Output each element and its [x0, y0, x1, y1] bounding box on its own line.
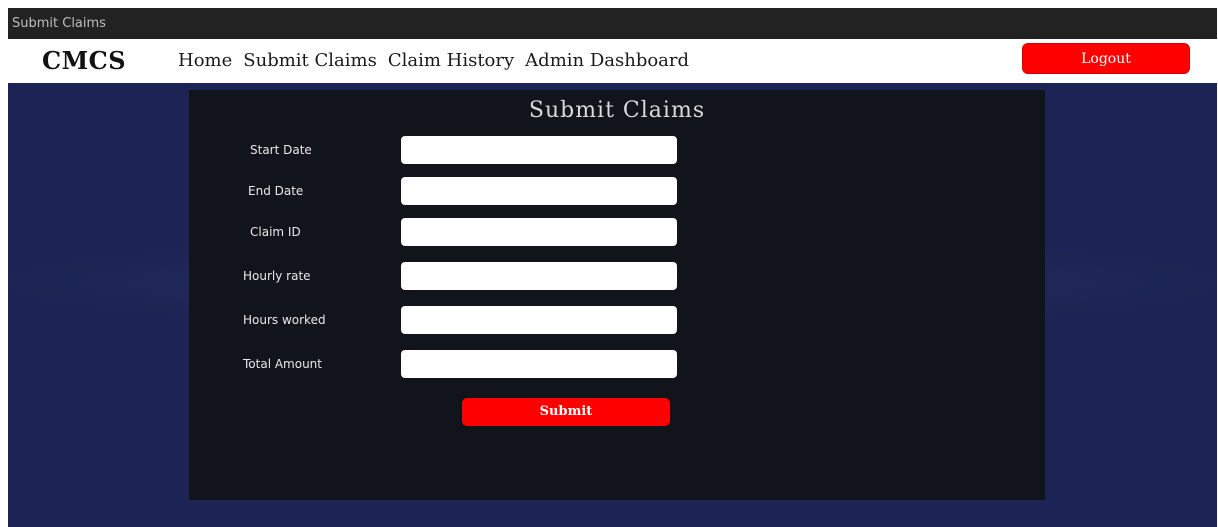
- nav-link-admin-dashboard[interactable]: Admin Dashboard: [525, 50, 689, 71]
- form-row-total-amount: Total Amount: [189, 350, 1045, 378]
- nav-link-submit-claims[interactable]: Submit Claims: [243, 50, 377, 71]
- total-amount-label: Total Amount: [243, 357, 322, 371]
- window-title: Submit Claims: [12, 16, 106, 31]
- logout-button[interactable]: Logout: [1022, 43, 1190, 74]
- end-date-label: End Date: [248, 184, 304, 198]
- form-row-end-date: End Date: [189, 177, 1045, 205]
- hours-worked-label: Hours worked: [243, 313, 326, 327]
- brand-logo[interactable]: CMCS: [42, 46, 126, 75]
- form-row-start-date: Start Date: [189, 136, 1045, 164]
- end-date-input[interactable]: [401, 177, 677, 205]
- nav-link-claim-history[interactable]: Claim History: [388, 50, 514, 71]
- top-navbar: CMCS Home Submit Claims Claim History Ad…: [8, 39, 1217, 83]
- hourly-rate-input[interactable]: [401, 262, 677, 290]
- form-row-hourly-rate: Hourly rate: [189, 262, 1045, 290]
- hours-worked-input[interactable]: [401, 306, 677, 334]
- hourly-rate-label: Hourly rate: [243, 269, 311, 283]
- total-amount-input[interactable]: [401, 350, 677, 378]
- form-row-hours-worked: Hours worked: [189, 306, 1045, 334]
- submit-button[interactable]: Submit: [462, 398, 670, 426]
- claim-id-label: Claim ID: [250, 225, 301, 239]
- app-window: Submit Claims CMCS Home Submit Claims Cl…: [8, 8, 1217, 527]
- claim-id-input[interactable]: [401, 218, 677, 246]
- window-titlebar: Submit Claims: [8, 8, 1217, 39]
- form-title: Submit Claims: [528, 98, 706, 123]
- nav-links: Home Submit Claims Claim History Admin D…: [178, 50, 689, 71]
- start-date-label: Start Date: [250, 143, 312, 157]
- nav-link-home[interactable]: Home: [178, 50, 232, 71]
- form-row-claim-id: Claim ID: [189, 218, 1045, 246]
- start-date-input[interactable]: [401, 136, 677, 164]
- submit-claims-panel: Submit Claims Start Date End Date Claim …: [189, 90, 1045, 500]
